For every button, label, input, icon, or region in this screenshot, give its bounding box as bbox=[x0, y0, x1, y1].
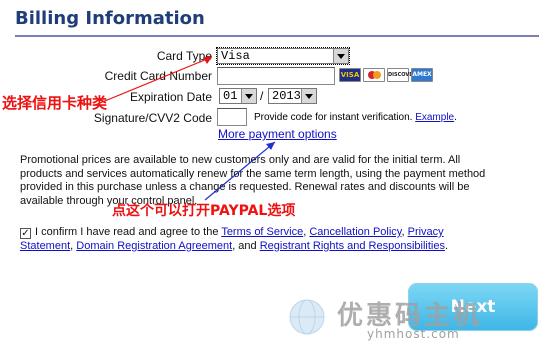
annotation-paypal: 点这个可以打开PAYPAL选项 bbox=[112, 203, 296, 219]
next-button[interactable]: Next bbox=[408, 283, 538, 331]
annotation-select-card: 选择信用卡种类 bbox=[2, 94, 108, 112]
